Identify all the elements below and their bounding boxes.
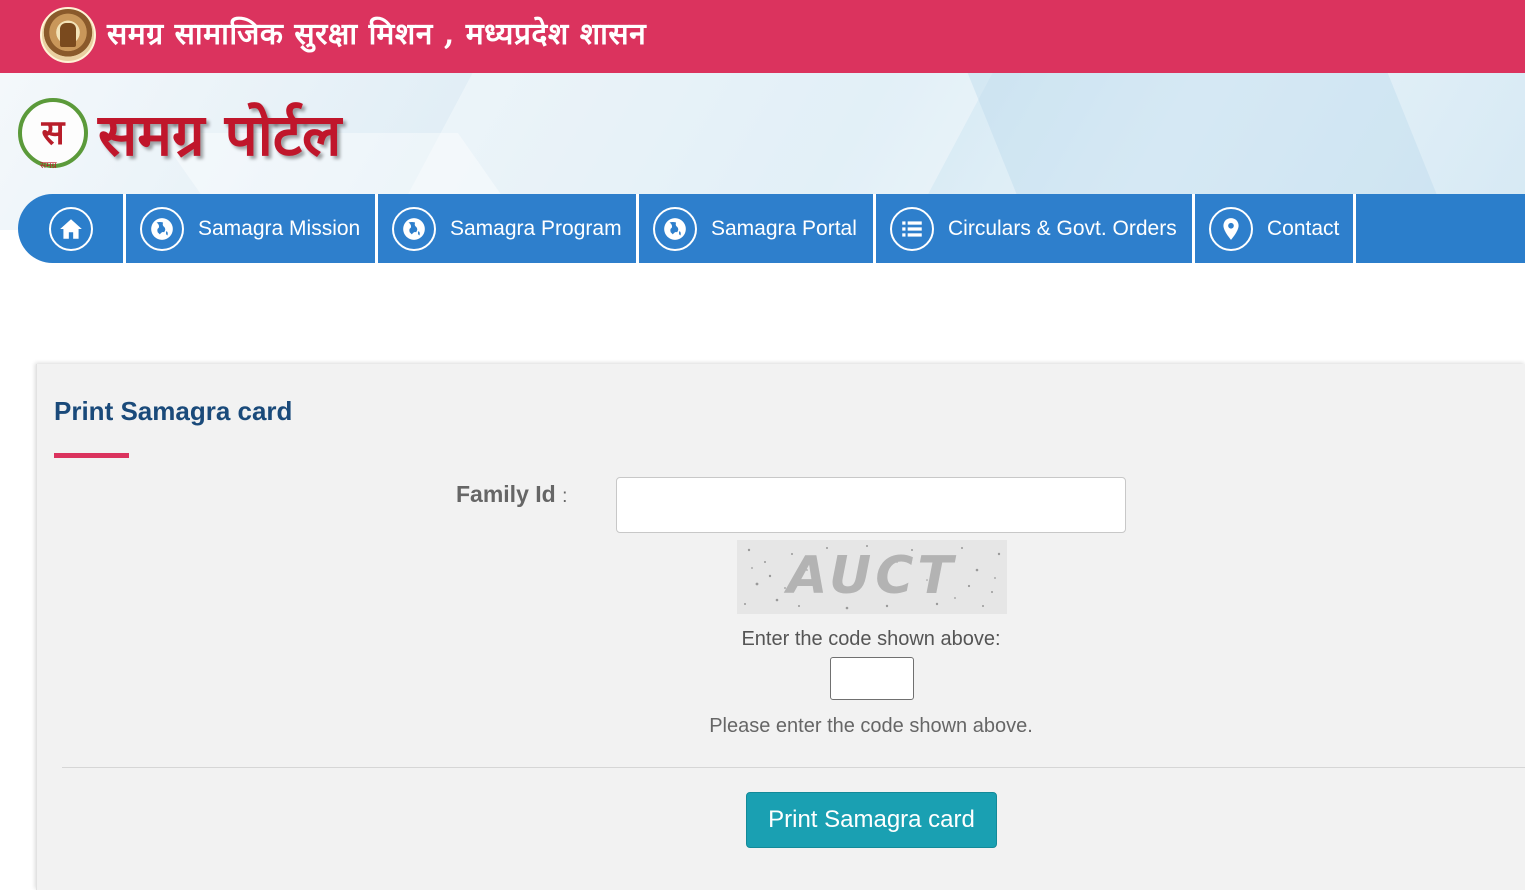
nav-label: Samagra Mission	[198, 216, 361, 240]
family-id-input[interactable]	[616, 477, 1126, 533]
nav-samagra-portal[interactable]: Samagra Portal	[639, 194, 873, 263]
nav-label: Samagra Program	[450, 216, 622, 240]
home-icon	[48, 206, 93, 251]
globe-icon	[140, 206, 184, 251]
nav-contact[interactable]: Contact	[1195, 194, 1353, 263]
nav-circulars-govt-orders[interactable]: Circulars & Govt. Orders	[876, 194, 1192, 263]
mission-title: समग्र सामाजिक सुरक्षा मिशन , मध्यप्रदेश …	[107, 17, 647, 52]
title-underline	[54, 453, 129, 458]
print-samagra-card-button[interactable]: Print Samagra card	[746, 792, 997, 848]
samagra-logo-caption: समग्र	[40, 161, 57, 171]
location-pin-icon	[1209, 206, 1253, 251]
captcha-code-input[interactable]	[830, 657, 914, 700]
captcha-text: AUCT	[787, 546, 957, 606]
list-icon	[890, 206, 934, 251]
print-card-panel: Print Samagra card Family Id : AUCT Ente…	[36, 364, 1525, 890]
globe-icon	[653, 206, 697, 251]
family-id-label-colon: :	[562, 486, 568, 507]
nav-samagra-program[interactable]: Samagra Program	[378, 194, 636, 263]
state-emblem-logo	[40, 7, 96, 63]
portal-title: समग्र पोर्टल	[98, 101, 342, 169]
nav-home[interactable]	[18, 194, 123, 263]
nav-label: Samagra Portal	[711, 216, 857, 240]
nav-label: Contact	[1267, 216, 1340, 240]
page-title: Print Samagra card	[54, 396, 293, 426]
captcha-code-label: Enter the code shown above:	[741, 628, 1001, 650]
top-header-bar: समग्र सामाजिक सुरक्षा मिशन , मध्यप्रदेश …	[0, 0, 1525, 73]
main-nav: Samagra Mission Samagra Program Samagra …	[18, 194, 1525, 263]
nav-label: Circulars & Govt. Orders	[948, 216, 1177, 240]
nav-samagra-mission[interactable]: Samagra Mission	[126, 194, 375, 263]
captcha-image: AUCT	[737, 540, 1007, 614]
captcha-code-hint: Please enter the code shown above.	[709, 715, 1033, 737]
globe-icon	[392, 206, 436, 251]
samagra-logo-glyph: स	[41, 113, 65, 153]
family-id-label-text: Family Id	[456, 481, 556, 507]
form-divider	[62, 767, 1525, 768]
family-id-label: Family Id :	[456, 481, 567, 508]
